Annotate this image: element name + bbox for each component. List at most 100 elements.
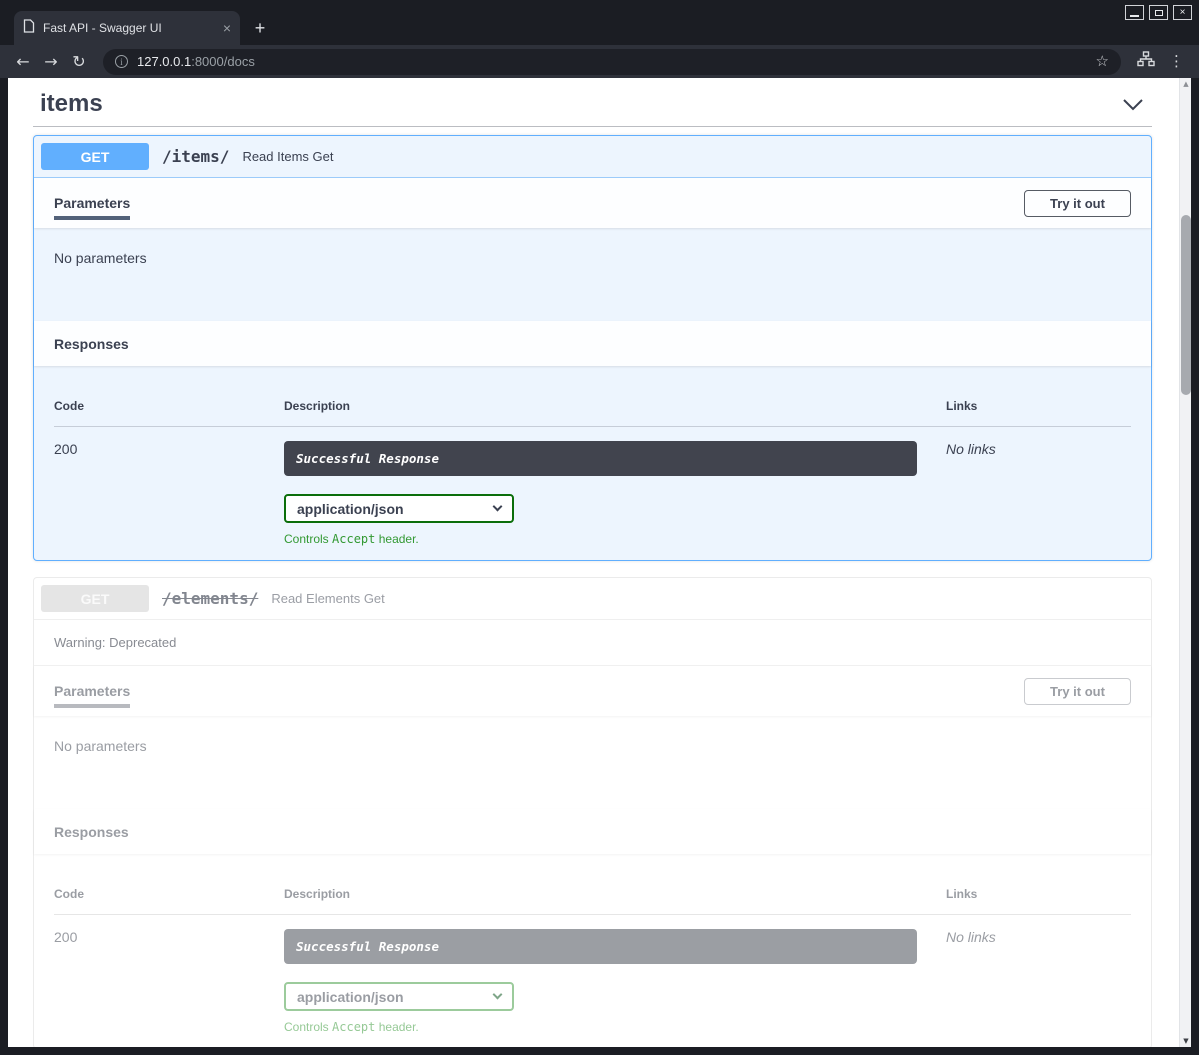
note-suffix: header.: [375, 532, 418, 546]
try-it-out-button[interactable]: Try it out: [1024, 190, 1131, 217]
url-host: 127.0.0.1: [137, 54, 191, 69]
vertical-scrollbar[interactable]: ▲ ▼: [1179, 78, 1191, 1047]
forward-icon: →: [44, 52, 57, 71]
browser-window: Fast API - Swagger UI × + × ← → ↻ i 127.…: [0, 0, 1199, 1055]
try-it-out-button[interactable]: Try it out: [1024, 678, 1131, 705]
links-column-header: Links: [946, 887, 1131, 901]
page-favicon-icon: [23, 19, 35, 38]
reload-icon: ↻: [72, 52, 85, 71]
response-description: Successful Response: [284, 441, 917, 476]
parameters-body: No parameters: [34, 716, 1151, 809]
no-parameters-text: No parameters: [54, 250, 147, 266]
note-code: Accept: [332, 1020, 375, 1034]
close-button[interactable]: ×: [1173, 5, 1192, 20]
responses-body: Code Description Links 200 Successful Re…: [34, 854, 1151, 1047]
plus-icon: +: [255, 18, 266, 39]
response-code: 200: [54, 441, 284, 546]
minimize-button[interactable]: [1125, 5, 1144, 20]
operation-summary-text: Read Items Get: [242, 149, 333, 164]
response-description: Successful Response: [284, 929, 917, 964]
response-description-cell: Successful Response application/json Con…: [284, 441, 946, 546]
scroll-up-icon: ▲: [1183, 80, 1188, 88]
tab-close-icon[interactable]: ×: [223, 21, 231, 35]
responses-body: Code Description Links 200 Successful Re…: [34, 366, 1151, 560]
responses-table-header: Code Description Links: [54, 399, 1131, 427]
window-controls: ×: [1125, 5, 1192, 20]
no-parameters-text: No parameters: [54, 738, 147, 754]
method-badge: GET: [41, 143, 149, 170]
url-text: 127.0.0.1:8000/docs: [137, 54, 1087, 69]
back-icon: ←: [16, 52, 29, 71]
code-column-header: Code: [54, 399, 284, 413]
toolbar-right: ⋮: [1131, 51, 1190, 72]
operation-summary[interactable]: GET /elements/ Read Elements Get: [34, 578, 1151, 620]
note-prefix: Controls: [284, 532, 332, 546]
select-chevron-icon: [493, 502, 503, 512]
code-column-header: Code: [54, 887, 284, 901]
responses-table-header: Code Description Links: [54, 887, 1131, 915]
url-path: :8000/docs: [191, 54, 255, 69]
maximize-button[interactable]: [1149, 5, 1168, 20]
tab-title: Fast API - Swagger UI: [43, 21, 215, 35]
media-type-select[interactable]: application/json: [284, 982, 514, 1011]
operation-summary-text: Read Elements Get: [271, 591, 384, 606]
section-items-header[interactable]: items: [33, 78, 1152, 127]
response-row: 200 Successful Response application/json…: [54, 427, 1131, 546]
back-button[interactable]: ←: [9, 54, 37, 70]
bookmark-star-button[interactable]: ☆: [1096, 54, 1109, 69]
sitemap-icon[interactable]: [1137, 51, 1155, 72]
chevron-down-icon[interactable]: [1122, 98, 1144, 111]
tab-strip: Fast API - Swagger UI × + ×: [0, 0, 1199, 45]
address-bar[interactable]: i 127.0.0.1:8000/docs ☆: [103, 49, 1121, 75]
scroll-down-icon: ▼: [1183, 1037, 1188, 1045]
star-icon: ☆: [1096, 52, 1109, 70]
response-links: No links: [946, 441, 1131, 546]
reload-button[interactable]: ↻: [65, 54, 93, 70]
opblock-get-elements-deprecated: GET /elements/ Read Elements Get Warning…: [33, 577, 1152, 1047]
scroll-down-button[interactable]: ▼: [1180, 1035, 1191, 1047]
forward-button[interactable]: →: [37, 54, 65, 70]
browser-menu-button[interactable]: ⋮: [1169, 54, 1184, 69]
operation-path: /items/: [162, 147, 229, 166]
browser-toolbar: ← → ↻ i 127.0.0.1:8000/docs ☆ ⋮: [0, 45, 1199, 78]
parameters-header: Parameters Try it out: [34, 666, 1151, 716]
opblock-get-items: GET /items/ Read Items Get Parameters Tr…: [33, 135, 1152, 561]
parameters-title: Parameters: [54, 683, 130, 699]
scroll-up-button[interactable]: ▲: [1180, 78, 1191, 90]
deprecated-warning: Warning: Deprecated: [34, 620, 1151, 666]
response-row: 200 Successful Response application/json…: [54, 915, 1131, 1034]
description-column-header: Description: [284, 887, 946, 901]
media-type-value: application/json: [297, 989, 404, 1005]
close-icon: ×: [1180, 8, 1186, 18]
response-code: 200: [54, 929, 284, 1034]
responses-title: Responses: [54, 336, 129, 352]
operation-summary[interactable]: GET /items/ Read Items Get: [34, 136, 1151, 178]
section-title: items: [40, 90, 103, 118]
select-chevron-icon: [493, 990, 503, 1000]
browser-tab[interactable]: Fast API - Swagger UI ×: [14, 11, 240, 45]
response-links: No links: [946, 929, 1131, 1034]
parameters-title: Parameters: [54, 195, 130, 211]
responses-title: Responses: [54, 824, 129, 840]
responses-header: Responses: [34, 321, 1151, 366]
maximize-icon: [1155, 10, 1163, 16]
new-tab-button[interactable]: +: [246, 14, 274, 42]
scrollbar-thumb[interactable]: [1181, 215, 1191, 395]
media-type-value: application/json: [297, 501, 404, 517]
method-badge: GET: [41, 585, 149, 612]
site-info-icon[interactable]: i: [115, 55, 128, 68]
note-suffix: header.: [375, 1020, 418, 1034]
minimize-icon: [1130, 15, 1139, 17]
accept-header-note: Controls Accept header.: [284, 1020, 946, 1034]
parameters-body: No parameters: [34, 228, 1151, 321]
note-prefix: Controls: [284, 1020, 332, 1034]
response-description-cell: Successful Response application/json Con…: [284, 929, 946, 1034]
media-type-select[interactable]: application/json: [284, 494, 514, 523]
operation-path: /elements/: [162, 589, 258, 608]
responses-header: Responses: [34, 809, 1151, 854]
links-column-header: Links: [946, 399, 1131, 413]
note-code: Accept: [332, 532, 375, 546]
swagger-content: items GET /items/ Read Items Get Paramet…: [8, 78, 1191, 1047]
description-column-header: Description: [284, 399, 946, 413]
page-viewport: items GET /items/ Read Items Get Paramet…: [8, 78, 1191, 1047]
